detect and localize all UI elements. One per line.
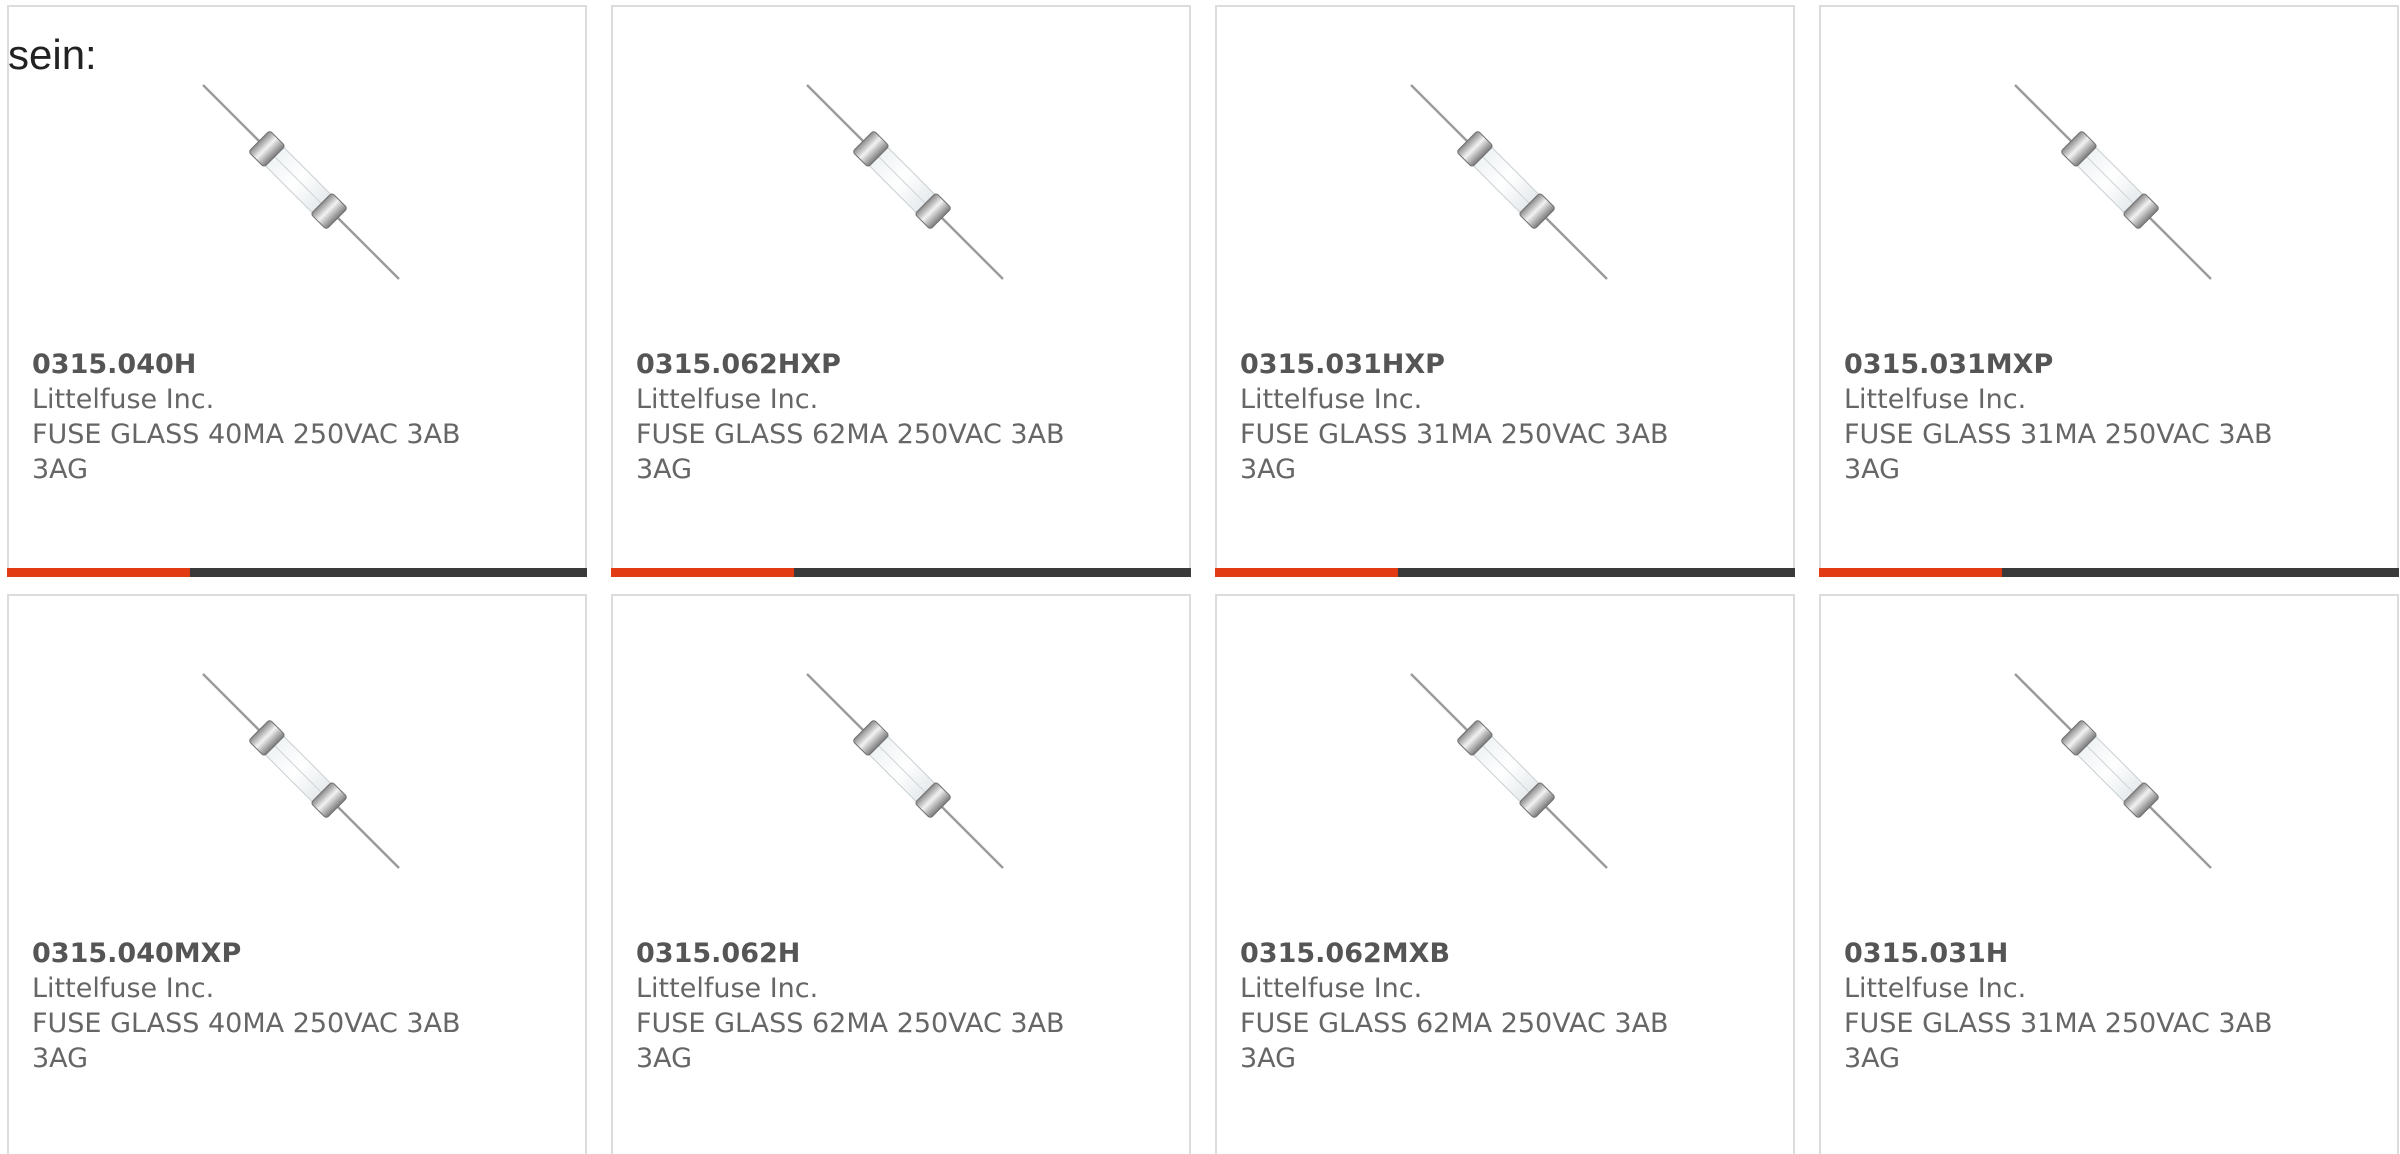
manufacturer: Littelfuse Inc. bbox=[1844, 973, 2027, 1004]
glass-fuse-icon bbox=[1403, 666, 1613, 876]
glass-fuse-icon bbox=[2007, 666, 2217, 876]
product-card[interactable]: 0315.031MXP Littelfuse Inc. FUSE GLASS 3… bbox=[1819, 5, 2399, 577]
product-description: FUSE GLASS 31MA 250VAC 3AB 3AG bbox=[1240, 419, 1669, 485]
card-accent-bar bbox=[1819, 568, 2399, 577]
product-info: 0315.062HXP Littelfuse Inc. FUSE GLASS 6… bbox=[636, 347, 1156, 487]
product-info: 0315.062MXB Littelfuse Inc. FUSE GLASS 6… bbox=[1240, 936, 1760, 1076]
product-card[interactable]: 0315.040MXP Littelfuse Inc. FUSE GLASS 4… bbox=[7, 594, 587, 1154]
product-grid: 0315.040H Littelfuse Inc. FUSE GLASS 40M… bbox=[0, 0, 2400, 1154]
product-description: FUSE GLASS 31MA 250VAC 3AB 3AG bbox=[1844, 1008, 2273, 1074]
card-accent-highlight bbox=[1819, 568, 2002, 577]
manufacturer: Littelfuse Inc. bbox=[32, 973, 215, 1004]
glass-fuse-icon bbox=[799, 77, 1009, 287]
product-card[interactable]: 0315.031H Littelfuse Inc. FUSE GLASS 31M… bbox=[1819, 594, 2399, 1154]
part-number-link[interactable]: 0315.031MXP bbox=[1844, 347, 2364, 382]
manufacturer: Littelfuse Inc. bbox=[32, 384, 215, 415]
product-description: FUSE GLASS 40MA 250VAC 3AB 3AG bbox=[32, 419, 461, 485]
glass-fuse-icon bbox=[195, 77, 405, 287]
product-card[interactable]: 0315.062HXP Littelfuse Inc. FUSE GLASS 6… bbox=[611, 5, 1191, 577]
product-info: 0315.040H Littelfuse Inc. FUSE GLASS 40M… bbox=[32, 347, 552, 487]
intro-text: sein: bbox=[8, 31, 97, 78]
card-accent-bar bbox=[611, 568, 1191, 577]
part-number-link[interactable]: 0315.062HXP bbox=[636, 347, 1156, 382]
card-accent-bar bbox=[1215, 568, 1795, 577]
product-info: 0315.031H Littelfuse Inc. FUSE GLASS 31M… bbox=[1844, 936, 2364, 1076]
product-description: FUSE GLASS 62MA 250VAC 3AB 3AG bbox=[636, 1008, 1065, 1074]
product-description: FUSE GLASS 62MA 250VAC 3AB 3AG bbox=[636, 419, 1065, 485]
product-card[interactable]: 0315.040H Littelfuse Inc. FUSE GLASS 40M… bbox=[7, 5, 587, 577]
product-info: 0315.040MXP Littelfuse Inc. FUSE GLASS 4… bbox=[32, 936, 552, 1076]
manufacturer: Littelfuse Inc. bbox=[636, 384, 819, 415]
glass-fuse-icon bbox=[195, 666, 405, 876]
product-card[interactable]: 0315.031HXP Littelfuse Inc. FUSE GLASS 3… bbox=[1215, 5, 1795, 577]
product-info: 0315.031MXP Littelfuse Inc. FUSE GLASS 3… bbox=[1844, 347, 2364, 487]
part-number-link[interactable]: 0315.031H bbox=[1844, 936, 2364, 971]
part-number-link[interactable]: 0315.062H bbox=[636, 936, 1156, 971]
manufacturer: Littelfuse Inc. bbox=[1240, 384, 1423, 415]
card-accent-highlight bbox=[611, 568, 794, 577]
card-accent-highlight bbox=[7, 568, 190, 577]
glass-fuse-icon bbox=[2007, 77, 2217, 287]
manufacturer: Littelfuse Inc. bbox=[636, 973, 819, 1004]
product-info: 0315.031HXP Littelfuse Inc. FUSE GLASS 3… bbox=[1240, 347, 1760, 487]
card-accent-highlight bbox=[1215, 568, 1398, 577]
glass-fuse-icon bbox=[799, 666, 1009, 876]
product-card[interactable]: 0315.062MXB Littelfuse Inc. FUSE GLASS 6… bbox=[1215, 594, 1795, 1154]
manufacturer: Littelfuse Inc. bbox=[1240, 973, 1423, 1004]
glass-fuse-icon bbox=[1403, 77, 1613, 287]
product-description: FUSE GLASS 62MA 250VAC 3AB 3AG bbox=[1240, 1008, 1669, 1074]
product-card[interactable]: 0315.062H Littelfuse Inc. FUSE GLASS 62M… bbox=[611, 594, 1191, 1154]
part-number-link[interactable]: 0315.062MXB bbox=[1240, 936, 1760, 971]
part-number-link[interactable]: 0315.031HXP bbox=[1240, 347, 1760, 382]
part-number-link[interactable]: 0315.040MXP bbox=[32, 936, 552, 971]
manufacturer: Littelfuse Inc. bbox=[1844, 384, 2027, 415]
card-accent-bar bbox=[7, 568, 587, 577]
part-number-link[interactable]: 0315.040H bbox=[32, 347, 552, 382]
product-description: FUSE GLASS 40MA 250VAC 3AB 3AG bbox=[32, 1008, 461, 1074]
product-description: FUSE GLASS 31MA 250VAC 3AB 3AG bbox=[1844, 419, 2273, 485]
product-info: 0315.062H Littelfuse Inc. FUSE GLASS 62M… bbox=[636, 936, 1156, 1076]
